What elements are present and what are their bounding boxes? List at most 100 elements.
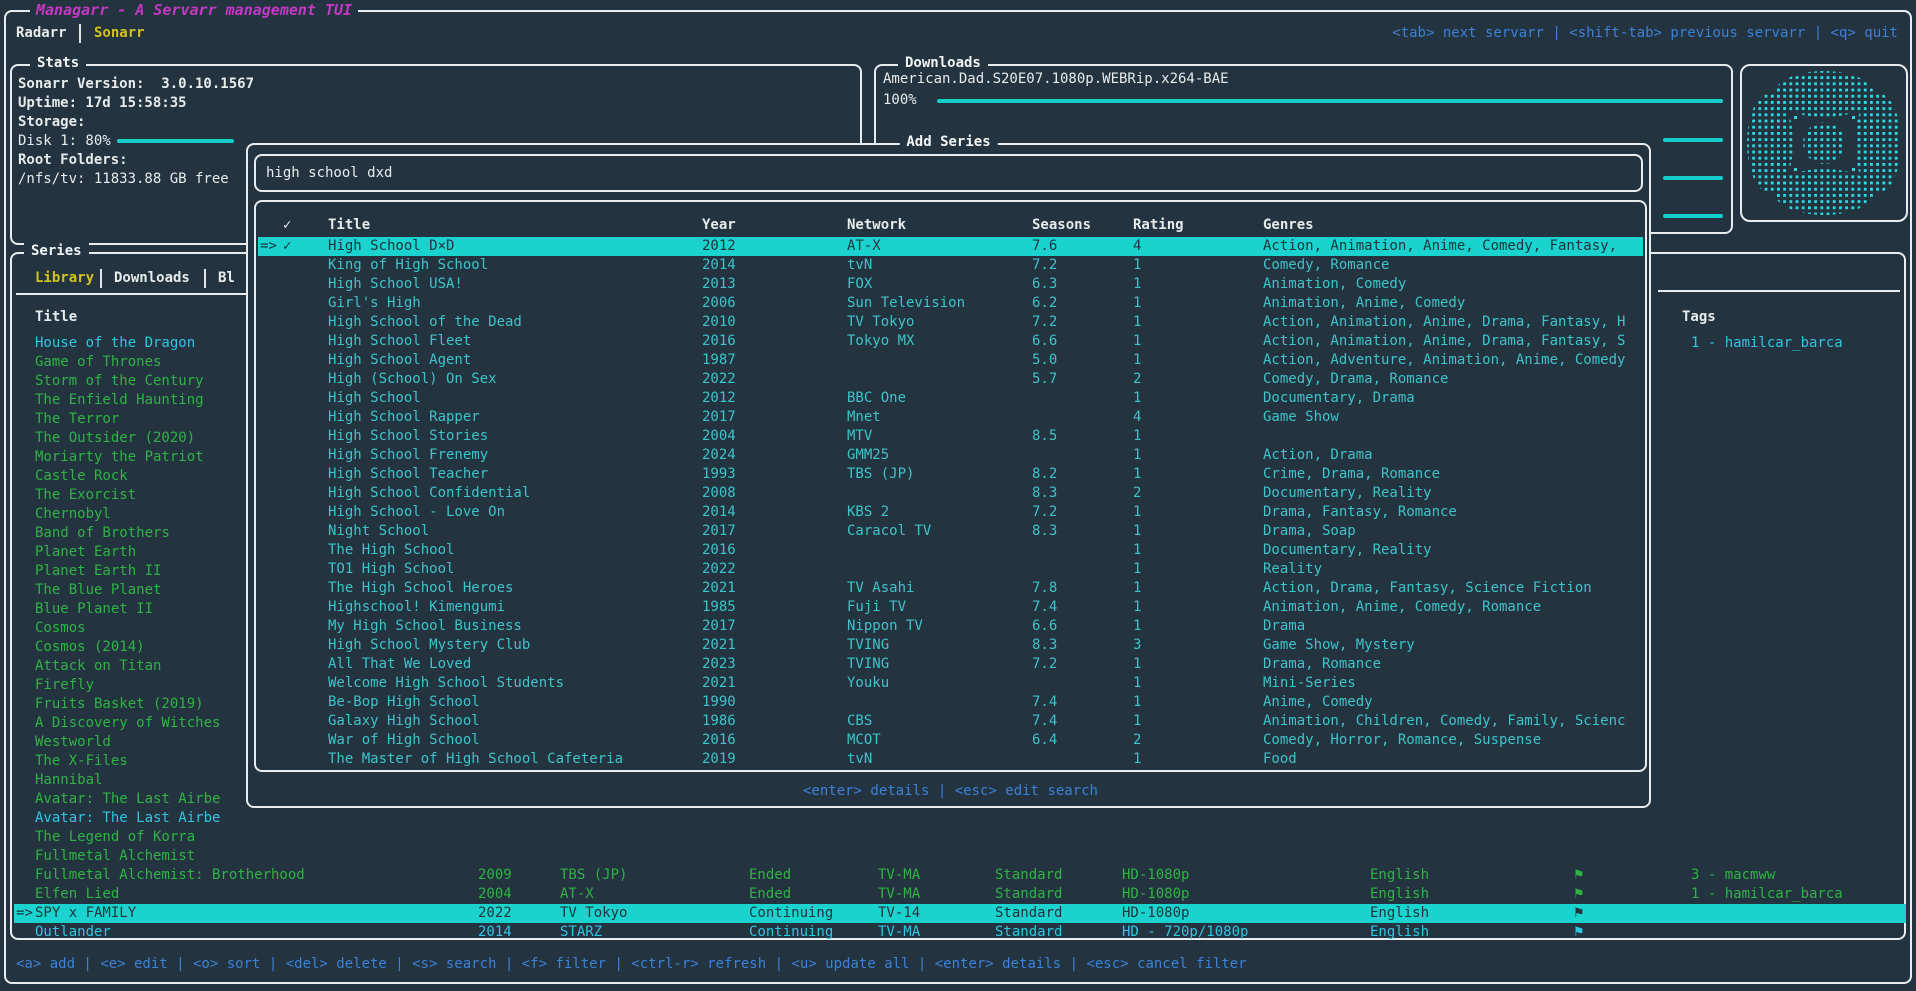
result-row[interactable]: King of High School2014tvN7.21Comedy, Ro…	[258, 256, 1643, 275]
managarr-app: Managarr - A Servarr management TUI Rada…	[0, 0, 1916, 991]
series-cell-title: The Legend of Korra	[35, 828, 195, 847]
result-cell-genres: Animation, Anime, Comedy	[1263, 294, 1639, 313]
result-row[interactable]: High School Agent19875.01Action, Adventu…	[258, 351, 1643, 370]
result-row[interactable]: =>✓High School D×D2012AT-X7.64Action, An…	[258, 237, 1643, 256]
result-cell-year: 1985	[702, 598, 736, 617]
result-row[interactable]: High School Teacher1993TBS (JP)8.21Crime…	[258, 465, 1643, 484]
result-cell-year: 2014	[702, 256, 736, 275]
series-cell-title: Planet Earth II	[35, 562, 161, 581]
result-cell-network: KBS 2	[847, 503, 889, 522]
tab-divider	[204, 269, 206, 288]
result-row[interactable]: The Master of High School Cafeteria2019t…	[258, 750, 1643, 769]
result-row[interactable]: Galaxy High School1986CBS7.41Animation, …	[258, 712, 1643, 731]
series-row[interactable]: Fullmetal Alchemist	[14, 847, 1906, 866]
result-cell-seasons: 8.2	[1032, 465, 1057, 484]
series-cell-title: A Discovery of Witches	[35, 714, 220, 733]
result-row[interactable]: High School Rapper2017Mnet4Game Show	[258, 408, 1643, 427]
result-cell-network: TBS (JP)	[847, 465, 914, 484]
result-cell-year: 2004	[702, 427, 736, 446]
result-row[interactable]: High School Fleet2016Tokyo MX6.61Action,…	[258, 332, 1643, 351]
series-row[interactable]: The Legend of Korra	[14, 828, 1906, 847]
result-cell-year: 2023	[702, 655, 736, 674]
result-cell-genres: Action, Animation, Anime, Drama, Fantasy…	[1263, 332, 1639, 351]
tab-divider	[79, 24, 81, 43]
result-row[interactable]: The High School Heroes2021TV Asahi7.81Ac…	[258, 579, 1643, 598]
series-cell-profile: Standard	[995, 904, 1062, 923]
series-cell-title: Blue Planet II	[35, 600, 153, 619]
result-cell-rating: 1	[1133, 275, 1141, 294]
result-row[interactable]: Night School2017Caracol TV8.31Drama, Soa…	[258, 522, 1643, 541]
result-cell-rating: 1	[1133, 332, 1141, 351]
series-row[interactable]: Avatar: The Last Airbe	[14, 809, 1906, 828]
series-cell-title: Moriarty the Patriot	[35, 448, 204, 467]
disk-usage-bar	[117, 139, 234, 143]
result-row[interactable]: High School USA!2013FOX6.31Animation, Co…	[258, 275, 1643, 294]
result-row[interactable]: High School of the Dead2010TV Tokyo7.21A…	[258, 313, 1643, 332]
tab-sonarr[interactable]: Sonarr	[94, 24, 145, 43]
result-cell-year: 1987	[702, 351, 736, 370]
result-row[interactable]: Girl's High2006Sun Television6.21Animati…	[258, 294, 1643, 313]
result-cell-seasons: 6.6	[1032, 617, 1057, 636]
series-tab-library[interactable]: Library	[35, 269, 94, 288]
result-cell-title: High School USA!	[328, 275, 463, 294]
series-row[interactable]: Outlander2014STARZContinuingTV-MAStandar…	[14, 923, 1906, 942]
result-cell-year: 2019	[702, 750, 736, 769]
result-row[interactable]: My High School Business2017Nippon TV6.61…	[258, 617, 1643, 636]
result-row[interactable]: High School - Love On2014KBS 27.21Drama,…	[258, 503, 1643, 522]
series-cell-title: Elfen Lied	[35, 885, 119, 904]
result-cell-title: TO1 High School	[328, 560, 454, 579]
result-cell-genres: Documentary, Reality	[1263, 541, 1639, 560]
result-cell-rating: 1	[1133, 522, 1141, 541]
series-tabs-underline-right	[1658, 290, 1900, 292]
result-cell-year: 2021	[702, 674, 736, 693]
series-cell-cert: TV-MA	[878, 866, 920, 885]
result-row[interactable]: High (School) On Sex20225.72Comedy, Dram…	[258, 370, 1643, 389]
series-row[interactable]: Fullmetal Alchemist: Brotherhood2009TBS …	[14, 866, 1906, 885]
keybinding-bar: <a> add | <e> edit | <o> sort | <del> de…	[16, 955, 1247, 974]
series-row[interactable]: Elfen Lied2004AT-XEndedTV-MAStandardHD-1…	[14, 885, 1906, 904]
series-cell-language: English	[1370, 885, 1429, 904]
tab-radarr[interactable]: Radarr	[16, 24, 67, 43]
result-row[interactable]: Welcome High School Students2021Youku1Mi…	[258, 674, 1643, 693]
series-cell-title: Avatar: The Last Airbe	[35, 809, 220, 828]
result-cell-seasons: 7.2	[1032, 503, 1057, 522]
result-row[interactable]: The High School20161Documentary, Reality	[258, 541, 1643, 560]
result-row[interactable]: War of High School2016MCOT6.42Comedy, Ho…	[258, 731, 1643, 750]
series-cell-title: Fullmetal Alchemist: Brotherhood	[35, 866, 305, 885]
result-cell-genres: Action, Animation, Anime, Drama, Fantasy…	[1263, 313, 1639, 332]
result-cell-genres: Game Show	[1263, 408, 1639, 427]
result-cell-network: Caracol TV	[847, 522, 931, 541]
series-cell-title: Planet Earth	[35, 543, 136, 562]
result-row[interactable]: Highschool! Kimengumi1985Fuji TV7.41Anim…	[258, 598, 1643, 617]
series-tab-blocklist[interactable]: Bl	[218, 269, 235, 288]
checked-icon: ✓	[283, 237, 291, 256]
result-cell-year: 2013	[702, 275, 736, 294]
result-row[interactable]: High School Confidential20088.32Document…	[258, 484, 1643, 503]
stats-storage-label: Storage:	[18, 113, 85, 132]
series-tab-downloads[interactable]: Downloads	[114, 269, 190, 288]
result-row[interactable]: TO1 High School20221Reality	[258, 560, 1643, 579]
result-cell-year: 2021	[702, 636, 736, 655]
tag-icon: ⚑	[1573, 885, 1585, 904]
results-col-year: Year	[702, 216, 736, 235]
add-series-popup: Add Series high school dxd ✓ Title Year …	[246, 143, 1651, 808]
result-cell-rating: 1	[1133, 712, 1141, 731]
series-cell-title: Fullmetal Alchemist	[35, 847, 195, 866]
result-row[interactable]: High School Stories2004MTV8.51	[258, 427, 1643, 446]
result-cell-genres: Game Show, Mystery	[1263, 636, 1639, 655]
result-row[interactable]: High School Mystery Club2021TVING8.33Gam…	[258, 636, 1643, 655]
result-cell-title: High School of the Dead	[328, 313, 522, 332]
result-cell-genres: Drama	[1263, 617, 1639, 636]
stats-panel-title: Stats	[30, 55, 86, 71]
series-search-input[interactable]: high school dxd	[254, 154, 1643, 192]
result-cell-title: High School Teacher	[328, 465, 488, 484]
result-row[interactable]: All That We Loved2023TVING7.21Drama, Rom…	[258, 655, 1643, 674]
result-cell-seasons: 6.6	[1032, 332, 1057, 351]
result-cell-title: Welcome High School Students	[328, 674, 564, 693]
series-row[interactable]: =>SPY x FAMILY2022TV TokyoContinuingTV-1…	[14, 904, 1906, 923]
result-cell-year: 2014	[702, 503, 736, 522]
result-row[interactable]: High School Frenemy2024GMM251Action, Dra…	[258, 446, 1643, 465]
result-row[interactable]: Be-Bop High School19907.41Anime, Comedy	[258, 693, 1643, 712]
result-cell-rating: 1	[1133, 655, 1141, 674]
result-row[interactable]: High School2012BBC One1Documentary, Dram…	[258, 389, 1643, 408]
